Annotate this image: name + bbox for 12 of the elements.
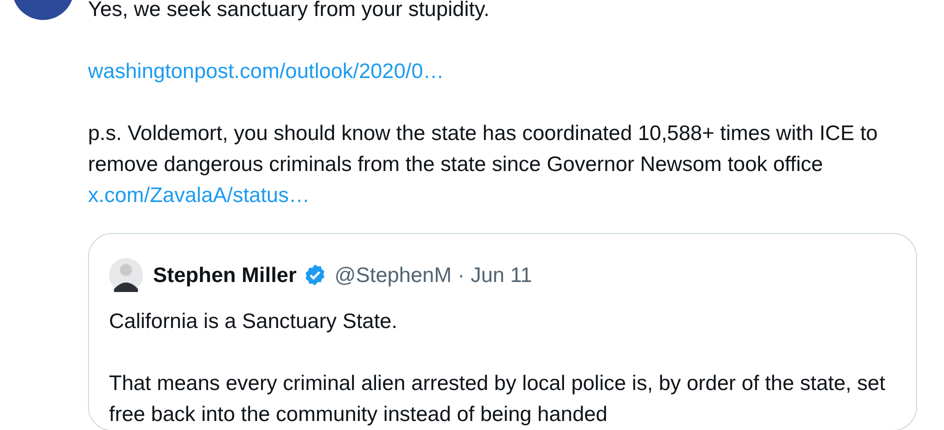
link[interactable]: x.com/ZavalaA/status… [88, 184, 310, 207]
post-date: Jun 11 [470, 262, 532, 288]
separator: · [458, 262, 465, 288]
reply-text: Yes, we seek sanctuary from your stupidity. [88, 0, 491, 23]
author-name[interactable]: Stephen Miller [153, 260, 297, 290]
reply-text: p.s. Voldemort, you should know the state has coordinated 10,588+ times with ICE to remove dangerous criminals from the state since Governor Newsom took office x.com/ZavalaA/status… [88, 121, 879, 209]
link[interactable]: washingtonpost.com/outlook/2020/0… [88, 60, 444, 83]
quoted-text: California is a Sanctuary State. [109, 309, 398, 335]
avatar [109, 258, 143, 292]
quoted-post[interactable] [88, 233, 917, 430]
author-handle: @StephenM [334, 262, 452, 288]
quoted-text: That means every criminal alien arrested by local police is, by order of the state, set free back into the community instead of being handed [109, 371, 886, 428]
